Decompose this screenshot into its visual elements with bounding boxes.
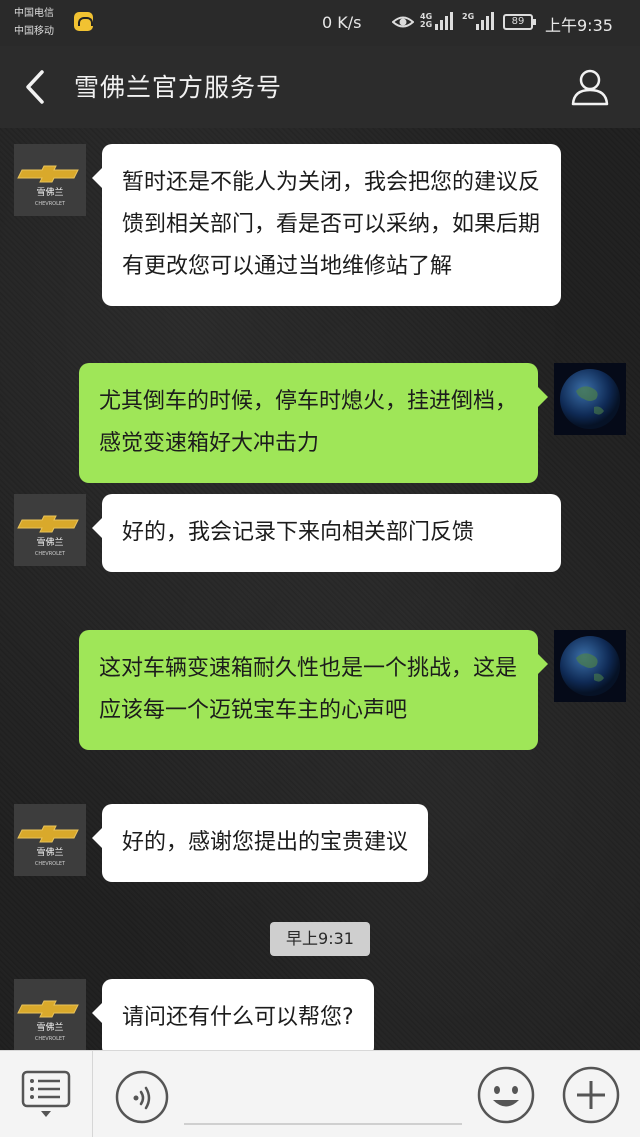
carrier-1: 中国电信 [14, 8, 54, 19]
brand-avatar[interactable]: 雪佛兰 CHEVROLET [14, 494, 86, 566]
chevrolet-logo-icon: 雪佛兰 CHEVROLET [17, 825, 79, 867]
divider [92, 1051, 93, 1137]
eye-icon [392, 16, 414, 28]
message-bubble[interactable]: 请问还有什么可以帮您? [92, 979, 374, 1050]
svg-text:CHEVROLET: CHEVROLET [35, 201, 66, 207]
message-bubble[interactable]: 暂时还是不能人为关闭，我会把您的建议反馈到相关部门，看是否可以采纳，如果后期有更… [92, 144, 561, 306]
battery-indicator: 89 [503, 14, 536, 30]
message-bubble[interactable]: 好的，感谢您提出的宝贵建议 [91, 804, 429, 882]
svg-text:雪佛兰: 雪佛兰 [36, 846, 63, 858]
page-title: 雪佛兰官方服务号 [74, 73, 283, 102]
chat-area[interactable]: 雪佛兰 CHEVROLET 暂时还是不能人为关闭，我会把您的建议反馈到相关部门，… [0, 128, 640, 1050]
voice-icon[interactable] [114, 1069, 170, 1125]
svg-text:雪佛兰: 雪佛兰 [36, 1021, 63, 1033]
svg-text:CHEVROLET: CHEVROLET [35, 1036, 66, 1042]
chevrolet-logo-icon: 雪佛兰 CHEVROLET [17, 165, 79, 207]
status-clock: 上午9:35 [545, 16, 613, 35]
plus-icon[interactable] [561, 1065, 621, 1125]
status-bar: 中国电信 中国移动 0 K/s 4G 2G 2G 89 上午9:35 [0, 0, 640, 46]
message-bubble[interactable]: 这对车辆变速箱耐久性也是一个挑战，这是应该每一个迈锐宝车主的心声吧 [79, 630, 548, 750]
menu-list-icon[interactable] [20, 1069, 72, 1119]
brand-avatar[interactable]: 雪佛兰 CHEVROLET [14, 804, 86, 876]
earth-icon [560, 636, 620, 696]
svg-text:CHEVROLET: CHEVROLET [35, 861, 66, 867]
chevron-left-icon[interactable] [18, 68, 54, 106]
svg-text:CHEVROLET: CHEVROLET [35, 551, 66, 557]
chevrolet-logo-icon: 雪佛兰 CHEVROLET [17, 515, 79, 557]
network-speed: 0 K/s [322, 13, 362, 32]
message-bubble[interactable]: 好的，我会记录下来向相关部门反馈 [92, 494, 561, 572]
brand-avatar[interactable]: 雪佛兰 CHEVROLET [14, 144, 86, 216]
person-icon[interactable] [568, 66, 612, 108]
user-avatar[interactable] [554, 363, 626, 435]
smiley-icon[interactable] [476, 1065, 536, 1125]
svg-text:雪佛兰: 雪佛兰 [36, 536, 63, 548]
user-avatar[interactable] [554, 630, 626, 702]
signal-1-label: 4G 2G [420, 12, 433, 29]
input-bar [0, 1050, 640, 1137]
brand-avatar[interactable]: 雪佛兰 CHEVROLET [14, 979, 86, 1050]
chat-header: 雪佛兰官方服务号 [0, 46, 640, 128]
signal-2-icon [476, 12, 494, 30]
carrier-2: 中国移动 [14, 26, 54, 37]
message-input[interactable] [184, 1123, 462, 1125]
app-notification-icon [74, 12, 93, 31]
earth-icon [560, 369, 620, 429]
svg-text:雪佛兰: 雪佛兰 [36, 186, 63, 198]
message-bubble[interactable]: 尤其倒车的时候，停车时熄火，挂进倒档，感觉变速箱好大冲击力 [79, 363, 548, 483]
time-divider: 早上9:31 [270, 922, 370, 956]
signal-1-icon [435, 12, 453, 30]
signal-2-label: 2G [462, 12, 475, 21]
chevrolet-logo-icon: 雪佛兰 CHEVROLET [17, 1000, 79, 1042]
